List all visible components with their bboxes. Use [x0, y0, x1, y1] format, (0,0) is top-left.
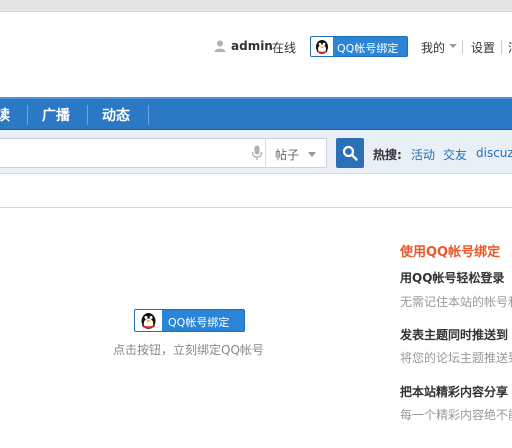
- qq-penguin-icon: [135, 310, 162, 331]
- user-icon: [214, 40, 226, 52]
- benefits-panel: 使用QQ帐号绑定 用QQ帐号轻松登录 无需记住本站的帐号和密码 发表主题同时推送…: [400, 0, 512, 448]
- feature-desc: 每一个精彩内容绝不能: [400, 408, 512, 422]
- search-input[interactable]: 帖子: [0, 138, 327, 168]
- qq-bind-button[interactable]: QQ帐号绑定: [134, 309, 245, 332]
- qq-penguin-icon: [311, 37, 333, 56]
- search-icon: [342, 145, 358, 161]
- bind-hint-text: 点击按钮，立刻绑定QQ帐号: [113, 343, 264, 357]
- nav-item-read[interactable]: 读: [0, 105, 10, 125]
- search-button[interactable]: [336, 138, 364, 168]
- online-status: 在线: [272, 41, 297, 55]
- nav-item-broadcast[interactable]: 广播: [42, 105, 70, 125]
- qq-bind-button-top[interactable]: QQ帐号绑定: [310, 36, 408, 57]
- microphone-icon[interactable]: [251, 145, 263, 161]
- search-type-select[interactable]: 帖子: [275, 146, 299, 163]
- feature-title: 用QQ帐号轻松登录: [400, 271, 505, 285]
- feature-title: 发表主题同时推送到: [400, 328, 509, 342]
- hot-search-label: 热搜:: [373, 148, 402, 162]
- username-link[interactable]: admin: [231, 39, 273, 53]
- feature-desc: 无需记住本站的帐号和密码: [400, 295, 512, 309]
- divider: [265, 139, 266, 167]
- qq-bind-label: QQ帐号绑定: [337, 42, 399, 55]
- nav-divider: [87, 105, 88, 125]
- qq-bind-label: QQ帐号绑定: [168, 316, 230, 329]
- nav-divider: [148, 105, 149, 125]
- feature-desc: 将您的论坛主题推送到: [400, 351, 512, 365]
- nav-divider: [27, 105, 28, 125]
- nav-item-feed[interactable]: 动态: [102, 105, 130, 125]
- benefits-title: 使用QQ帐号绑定: [400, 245, 501, 260]
- feature-title: 把本站精彩内容分享: [400, 385, 509, 399]
- chevron-down-icon: [308, 152, 316, 157]
